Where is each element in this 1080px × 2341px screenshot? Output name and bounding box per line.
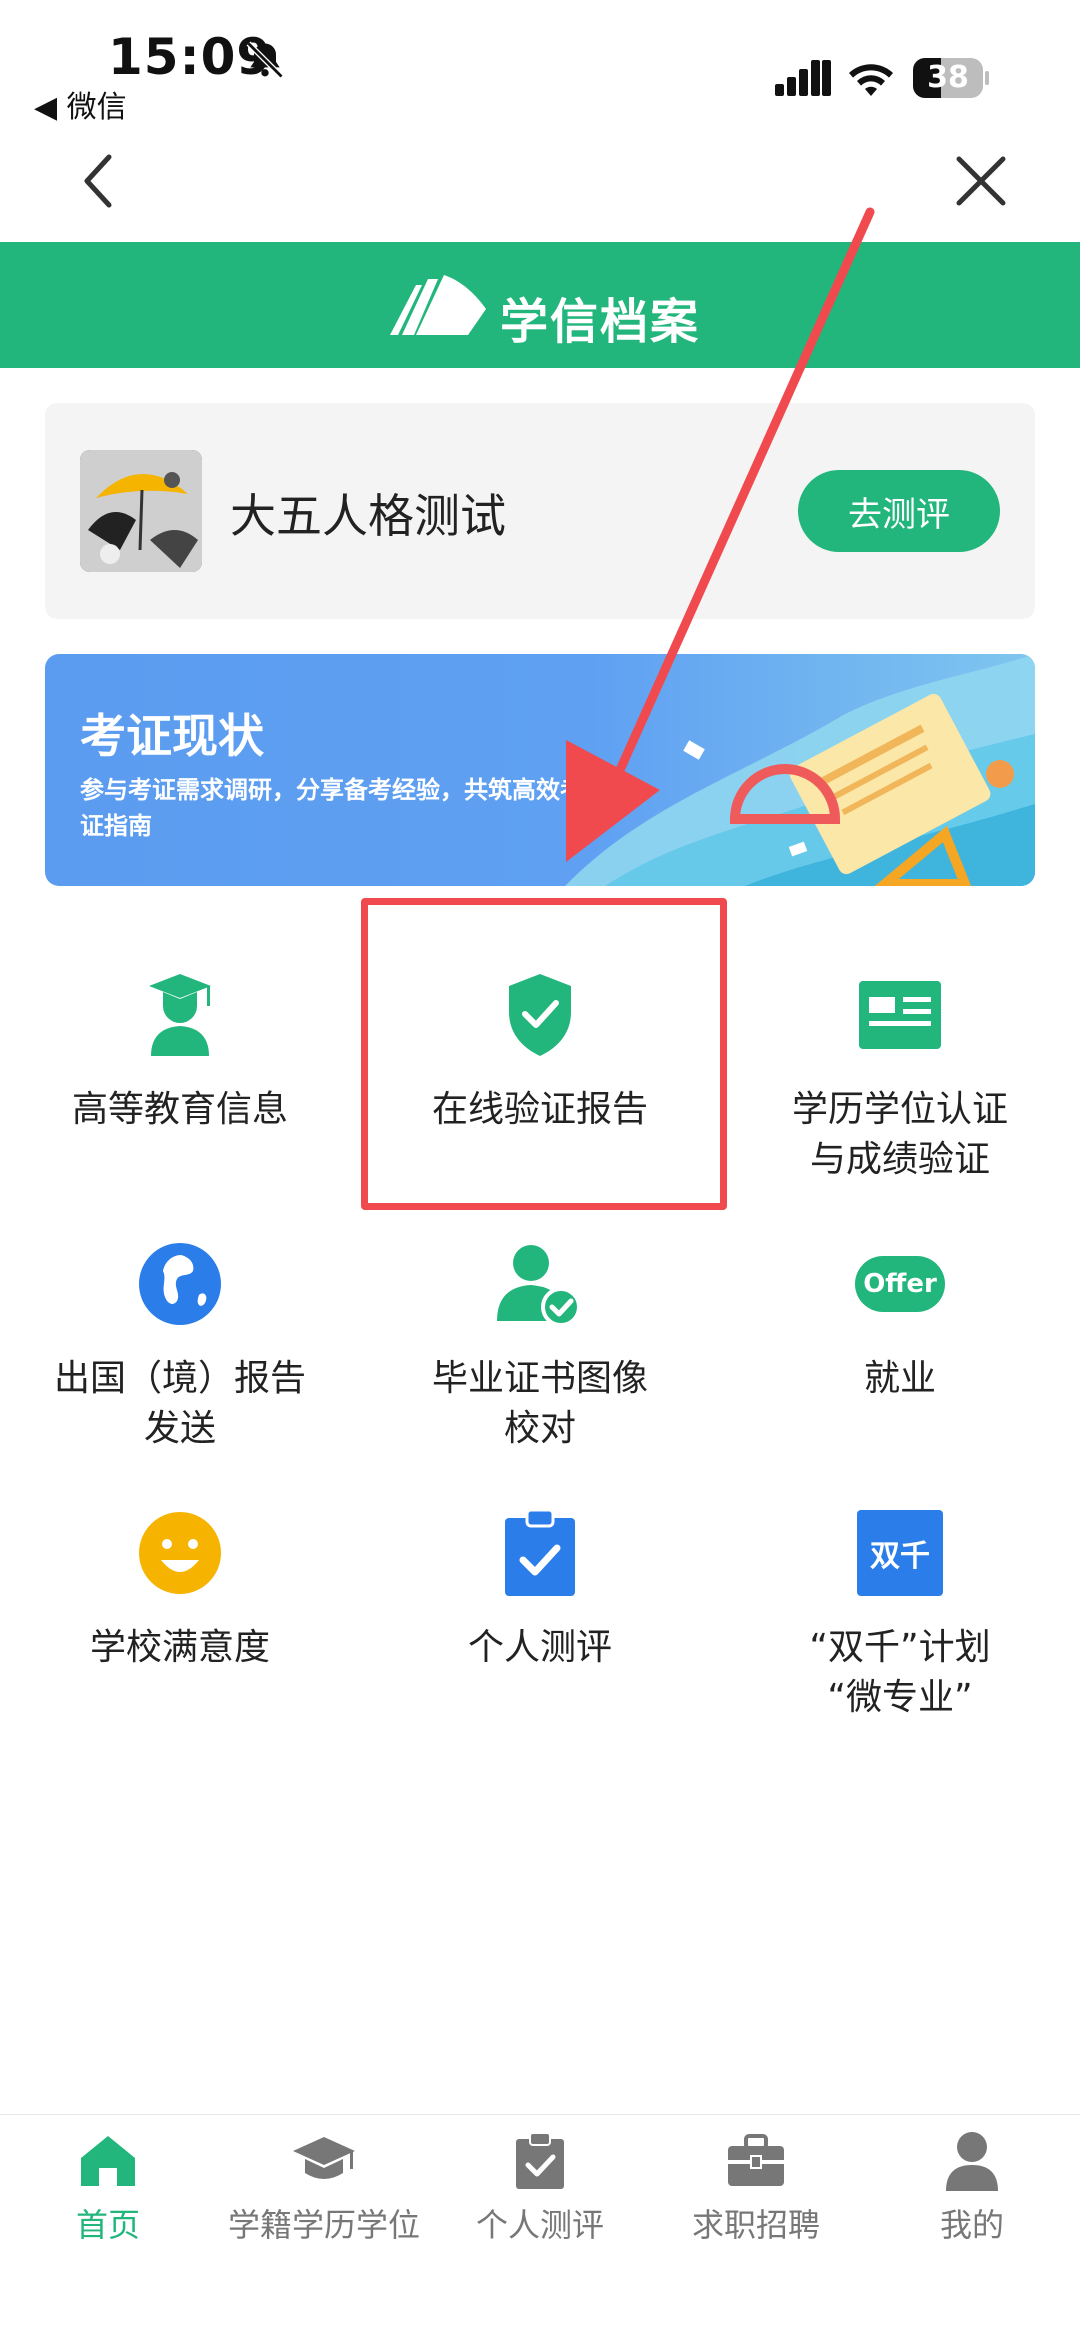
app-title: 学信档案	[500, 294, 701, 350]
bell-muted-icon	[243, 38, 287, 82]
banner-title: 考证现状	[80, 709, 264, 763]
battery-icon: 38	[913, 58, 989, 98]
tab-me[interactable]: 我的	[864, 2128, 1080, 2246]
tab-label: 首页	[75, 2206, 140, 2244]
grid-item-personal-assessment[interactable]: 个人测评	[375, 1503, 705, 1673]
smile-icon	[130, 1503, 230, 1603]
tab-education[interactable]: 学籍学历学位	[216, 2128, 432, 2246]
wifi-icon	[847, 58, 895, 102]
grid-label: 就业	[863, 1358, 936, 1399]
banner-description: 参与考证需求调研，分享备考经验，共筑高效考证指南	[80, 776, 584, 840]
tab-label: 个人测评	[475, 2206, 604, 2244]
tab-jobs[interactable]: 求职招聘	[648, 2128, 864, 2246]
grid-item-shuangqian-plan[interactable]: 双千 “双千”计划 “微专业”	[735, 1503, 1065, 1723]
grid-item-higher-education[interactable]: 高等教育信息	[15, 965, 345, 1135]
grid-label: 学历学位认证 与成绩验证	[791, 1089, 1008, 1180]
grid-item-certificate-image-check[interactable]: 毕业证书图像 校对	[375, 1234, 705, 1454]
signal-icon	[775, 60, 831, 102]
tab-label: 学籍学历学位	[227, 2206, 420, 2244]
highlight-box	[361, 898, 727, 1210]
tab-label: 求职招聘	[691, 2206, 820, 2244]
offer-badge-text: Offer	[863, 1269, 937, 1299]
clipboard-check-icon	[490, 1503, 590, 1603]
shuangqian-badge-text: 双千	[870, 1539, 930, 1574]
grid-label: 毕业证书图像 校对	[431, 1358, 648, 1449]
graduation-cap-icon	[216, 2128, 432, 2194]
grid-item-degree-certification[interactable]: 学历学位认证 与成绩验证	[735, 965, 1065, 1185]
grid-label: 学校满意度	[89, 1627, 270, 1668]
briefcase-icon	[648, 2128, 864, 2194]
person-check-icon	[490, 1234, 590, 1334]
exam-banner[interactable]	[45, 654, 1035, 886]
back-to-wechat-link[interactable]: ◀ 微信	[34, 82, 127, 126]
close-button[interactable]	[946, 146, 1016, 216]
grid-item-employment[interactable]: Offer 就业	[735, 1234, 1065, 1404]
grid-item-school-satisfaction[interactable]: 学校满意度	[15, 1503, 345, 1673]
back-button[interactable]	[64, 146, 134, 216]
home-indicator-area	[0, 2250, 1080, 2341]
grid-label: “双千”计划 “微专业”	[809, 1627, 991, 1718]
xuexin-logo-icon	[388, 275, 488, 341]
grid-item-overseas-report[interactable]: 出国（境）报告 发送	[15, 1234, 345, 1454]
clipboard-icon	[432, 2128, 648, 2194]
tab-label: 我的	[939, 2206, 1004, 2244]
user-icon	[864, 2128, 1080, 2194]
grid-label: 出国（境）报告 发送	[53, 1358, 306, 1449]
start-test-button[interactable]: 去测评	[798, 470, 1000, 552]
globe-icon	[130, 1234, 230, 1334]
grid-label: 个人测评	[467, 1627, 612, 1668]
battery-level: 38	[927, 60, 969, 95]
offer-icon: Offer	[850, 1234, 950, 1334]
tab-assessment[interactable]: 个人测评	[432, 2128, 648, 2246]
tab-home[interactable]: 首页	[0, 2128, 216, 2246]
promo-title: 大五人格测试	[230, 489, 506, 543]
shuangqian-icon: 双千	[850, 1503, 950, 1603]
home-icon	[0, 2128, 216, 2194]
grid-label: 高等教育信息	[71, 1089, 288, 1130]
promo-thumbnail	[80, 450, 202, 572]
graduate-icon	[130, 965, 230, 1065]
id-card-icon	[850, 965, 950, 1065]
